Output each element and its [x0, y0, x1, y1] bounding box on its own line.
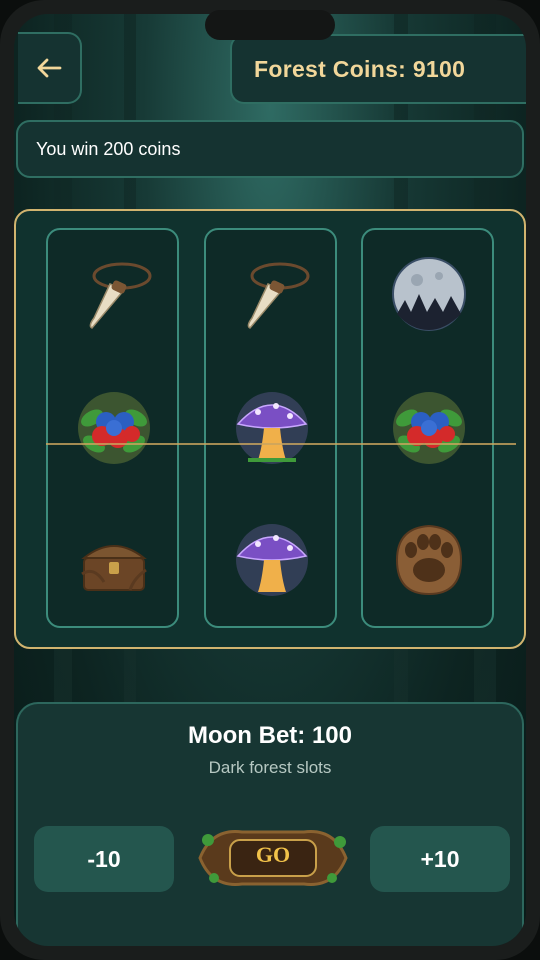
reel-3 — [361, 228, 494, 628]
win-message-banner: You win 200 coins — [16, 120, 524, 178]
glowing-mushroom-icon — [236, 392, 308, 464]
reel-2 — [204, 228, 337, 628]
glowing-mushroom-icon — [236, 524, 308, 596]
arrow-left-icon — [37, 58, 62, 78]
bet-panel: Moon Bet: 100 Dark forest slots -10 GO +… — [16, 702, 524, 946]
paw-print-icon — [395, 524, 463, 596]
full-moon-icon — [392, 257, 466, 331]
slot-reels — [14, 209, 526, 649]
game-screen: Forest Coins: 9100 You win 200 coins Moo… — [14, 14, 526, 946]
increase-bet-button[interactable]: +10 — [370, 826, 510, 892]
go-label: GO — [255, 842, 291, 867]
fang-necklace-icon — [89, 262, 152, 329]
win-message: You win 200 coins — [36, 138, 181, 159]
spin-go-button[interactable]: GO — [192, 816, 354, 898]
fang-necklace-icon — [247, 262, 310, 329]
treasure-chest-icon — [81, 545, 147, 591]
berry-bush-icon — [78, 392, 150, 464]
bet-amount: Moon Bet: 100 — [187, 722, 352, 749]
phone-frame: Forest Coins: 9100 You win 200 coins Moo… — [0, 0, 540, 960]
berry-bush-icon — [393, 392, 465, 464]
back-button[interactable] — [18, 32, 82, 104]
reel-1 — [46, 228, 179, 628]
coin-balance: Forest Coins: 9100 — [230, 34, 526, 104]
payline — [46, 443, 516, 445]
coin-balance-label: Forest Coins: 9100 — [254, 55, 466, 82]
phone-notch — [205, 10, 335, 40]
decrease-bet-button[interactable]: -10 — [34, 826, 174, 892]
game-subtitle: Dark forest slots — [208, 758, 332, 777]
